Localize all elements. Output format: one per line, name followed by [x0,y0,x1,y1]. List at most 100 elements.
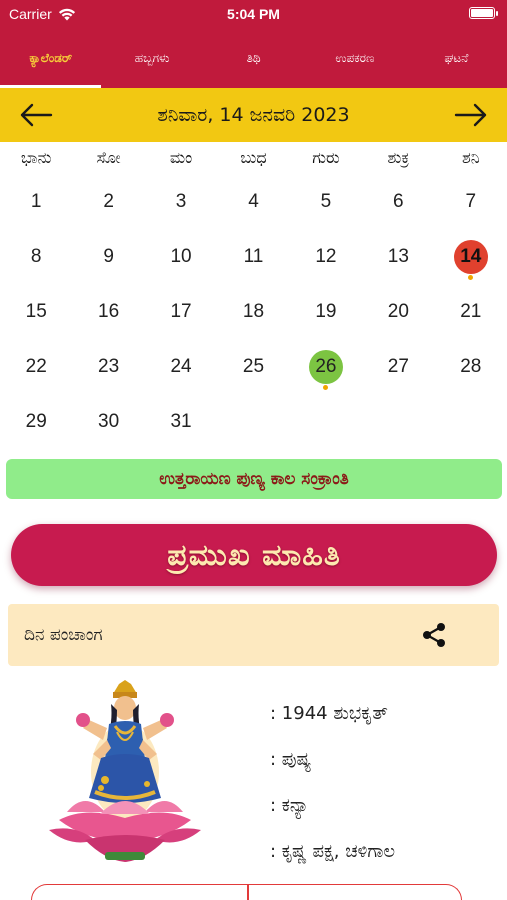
calendar-day-number: 28 [460,355,482,377]
calendar-day-number: 10 [170,245,192,267]
weekday-sat: ಶನಿ [461,148,480,167]
prev-date-button[interactable] [14,95,58,135]
calendar-day[interactable]: 17 [145,284,217,339]
weekday-wed: ಬುಧ [240,148,267,167]
tab-calendar[interactable]: ಕ್ಯಾಲೆಂಡರ್ [0,28,102,88]
calendar-day-number: 4 [248,190,259,212]
weekday-mon: ಸೋ [96,148,121,167]
calendar-day[interactable]: 5 [290,174,362,229]
calendar-day-number: 8 [30,245,42,267]
calendar-day-number: 5 [320,190,332,212]
card-divider [247,885,249,900]
calendar-day-number: 13 [387,245,409,267]
calendar-day-number: 30 [98,410,120,432]
calendar-day[interactable]: 20 [362,284,434,339]
calendar-day-number: 20 [387,300,409,322]
weekday-thu: ಗುರು [312,148,340,167]
detail-paksha-season: : ಕೃಷ್ಣ ಪಕ್ಷ, ಚಳಿಗಾಲ [270,840,396,862]
calendar-day-number: 26 [308,349,343,384]
weekday-tue: ಮಂ [169,148,193,167]
calendar-day[interactable]: 22 [0,339,72,394]
calendar-day[interactable]: 30 [72,394,144,449]
calendar-day-number: 15 [25,300,47,322]
status-bar: Carrier 5:04 PM [0,0,507,28]
calendar-day[interactable]: 27 [362,339,434,394]
detail-month: : ಪುಷ್ಯ [270,748,312,770]
calendar-day-number: 19 [315,300,337,322]
calendar-day[interactable]: 3 [145,174,217,229]
calendar-day-number: 1 [30,190,42,212]
calendar-day-festival[interactable]: 26 [290,339,362,394]
calendar-day[interactable]: 16 [72,284,144,339]
arrow-right-icon [454,103,487,127]
calendar-day[interactable]: 18 [217,284,289,339]
panchanga-header: ದಿನ ಪಂಚಾಂಗ [8,604,499,666]
calendar-day[interactable]: 9 [72,229,144,284]
share-button[interactable] [419,620,449,650]
calendar-day[interactable]: 11 [217,229,289,284]
calendar-day[interactable]: 19 [290,284,362,339]
selected-date-title: ಶನಿವಾರ, 14 ಜನವರಿ 2023 [157,104,350,126]
important-info-label: ಪ್ರಮುಖ ಮಾಹಿತಿ [167,537,341,573]
calendar-day[interactable]: 25 [217,339,289,394]
calendar-day[interactable]: 12 [290,229,362,284]
detail-rashi: : ಕನ್ಯಾ [270,794,309,816]
calendar-day-number: 11 [243,245,264,267]
calendar-day-number: 2 [103,190,114,212]
calendar-day[interactable]: 31 [145,394,217,449]
tab-tools[interactable]: ಉಪಕರಣ [304,28,405,88]
calendar-day-number: 9 [103,245,114,267]
calendar-day[interactable]: 10 [145,229,217,284]
calendar-day-number: 6 [393,190,404,212]
tab-events[interactable]: ಘಟನೆ [406,28,507,88]
calendar-day[interactable]: 1 [0,174,72,229]
calendar-day[interactable]: 4 [217,174,289,229]
calendar-day-number: 12 [315,245,337,267]
calendar-day[interactable]: 8 [0,229,72,284]
calendar-day-number: 14 [453,239,488,274]
share-icon [423,623,445,647]
weekday-header: ಭಾನು ಸೋ ಮಂ ಬುಧ ಗುರು ಶುಕ್ರ ಶನಿ [0,144,507,174]
calendar-day-number: 21 [460,300,482,322]
calendar-day[interactable]: 24 [145,339,217,394]
calendar-day-number: 18 [242,300,265,322]
festival-banner[interactable]: ಉತ್ತರಾಯಣ ಪುಣ್ಯ ಕಾಲ ಸಂಕ್ರಾಂತಿ [6,459,502,499]
next-date-button[interactable] [449,95,493,135]
bottom-info-card [31,884,462,900]
arrow-left-icon [20,103,53,127]
important-info-button[interactable]: ಪ್ರಮುಖ ಮಾಹಿತಿ [11,524,497,586]
calendar-day-number: 27 [387,355,409,377]
calendar-day-number: 31 [170,410,192,432]
deity-illustration [49,680,201,862]
calendar-day[interactable]: 21 [435,284,507,339]
battery-icon [469,7,498,19]
calendar-day[interactable]: 2 [72,174,144,229]
calendar-day-number: 3 [175,190,187,212]
calendar-day[interactable]: 7 [435,174,507,229]
tab-tithi[interactable]: ತಿಥಿ [203,28,304,88]
panchanga-details: : 1944 ಶುಭಕೃತ್ : ಪುಷ್ಯ : ಕನ್ಯಾ : ಕೃಷ್ಣ ಪ… [270,690,500,874]
calendar-day[interactable]: 13 [362,229,434,284]
panchanga-label: ದಿನ ಪಂಚಾಂಗ [24,625,103,645]
tab-bar: ಕ್ಯಾಲೆಂಡರ್ ಹಬ್ಬಗಳು ತಿಥಿ ಉಪಕರಣ ಘಟನೆ [0,28,507,88]
detail-year: : 1944 ಶುಭಕೃತ್ [270,702,388,724]
calendar-day[interactable]: 6 [362,174,434,229]
calendar-day-number: 24 [170,355,192,377]
event-dot-icon [468,275,474,280]
calendar-day-number: 29 [25,410,47,432]
calendar-day[interactable]: 29 [0,394,72,449]
calendar-day-number: 17 [170,300,192,322]
weekday-fri: ಶುಕ್ರ [387,148,410,167]
weekday-sun: ಭಾನು [20,148,52,167]
calendar-day[interactable]: 15 [0,284,72,339]
calendar-day[interactable]: 23 [72,339,144,394]
calendar-day-number: 25 [242,355,265,377]
status-time: 5:04 PM [227,6,280,22]
calendar-day-number: 7 [465,190,477,212]
calendar-day-number: 22 [25,355,47,377]
calendar-day-today[interactable]: 14 [435,229,507,284]
calendar-day[interactable]: 28 [435,339,507,394]
tab-festivals[interactable]: ಹಬ್ಬಗಳು [101,28,202,88]
calendar-day-number: 23 [98,355,120,377]
calendar-grid: 1 2 3 4 5 6 7 8 9 10 11 12 13 14 15 16 17 18 19 20 21 22 23 24 2… [0,174,507,449]
